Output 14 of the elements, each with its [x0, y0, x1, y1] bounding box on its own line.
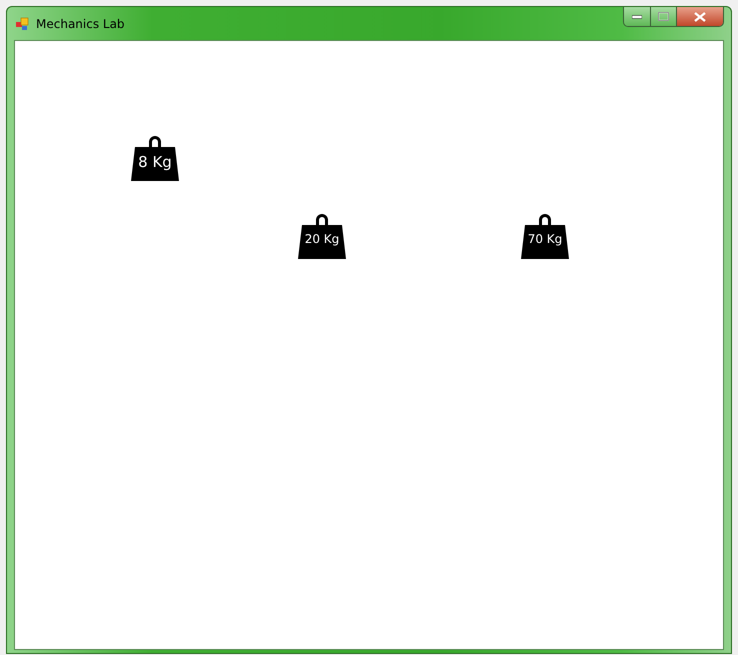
weight-label: 8 Kg [137, 155, 173, 170]
app-icon [16, 16, 30, 30]
weight-label: 70 Kg [526, 233, 564, 245]
maximize-button[interactable] [651, 7, 677, 26]
maximize-icon [658, 12, 669, 21]
minimize-icon [632, 14, 642, 18]
close-icon [694, 12, 706, 22]
close-button[interactable] [677, 7, 723, 26]
minimize-button[interactable] [624, 7, 651, 26]
window-title: Mechanics Lab [36, 16, 125, 32]
weight-icon [130, 135, 180, 182]
weight-label: 20 Kg [304, 233, 340, 245]
weight-icon [520, 213, 570, 260]
weight-icon [297, 213, 347, 260]
